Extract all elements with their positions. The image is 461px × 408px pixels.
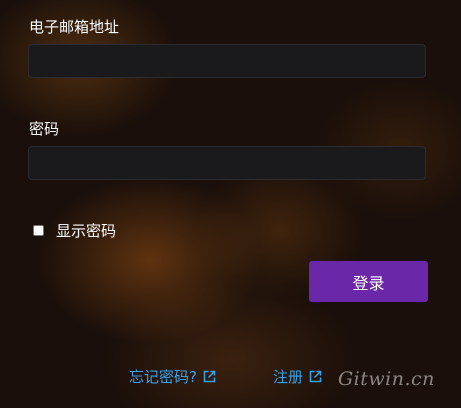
password-label: 密码 [29, 120, 60, 138]
show-password-label[interactable]: 显示密码 [56, 220, 116, 241]
email-field[interactable] [28, 44, 426, 78]
forgot-password-link[interactable]: 忘记密码? [129, 366, 216, 387]
email-label: 电子邮箱地址 [29, 18, 120, 36]
watermark: Gitwin.cn [338, 368, 435, 390]
external-link-icon [309, 370, 322, 383]
register-link[interactable]: 注册 [273, 366, 322, 387]
forgot-password-label[interactable]: 忘记密码? [129, 366, 197, 387]
login-button[interactable]: 登录 [309, 261, 428, 302]
show-password-checkbox[interactable] [33, 225, 44, 236]
register-label[interactable]: 注册 [273, 366, 303, 387]
show-password-row[interactable]: 显示密码 [33, 220, 116, 241]
password-field[interactable] [28, 146, 426, 180]
external-link-icon [203, 370, 216, 383]
